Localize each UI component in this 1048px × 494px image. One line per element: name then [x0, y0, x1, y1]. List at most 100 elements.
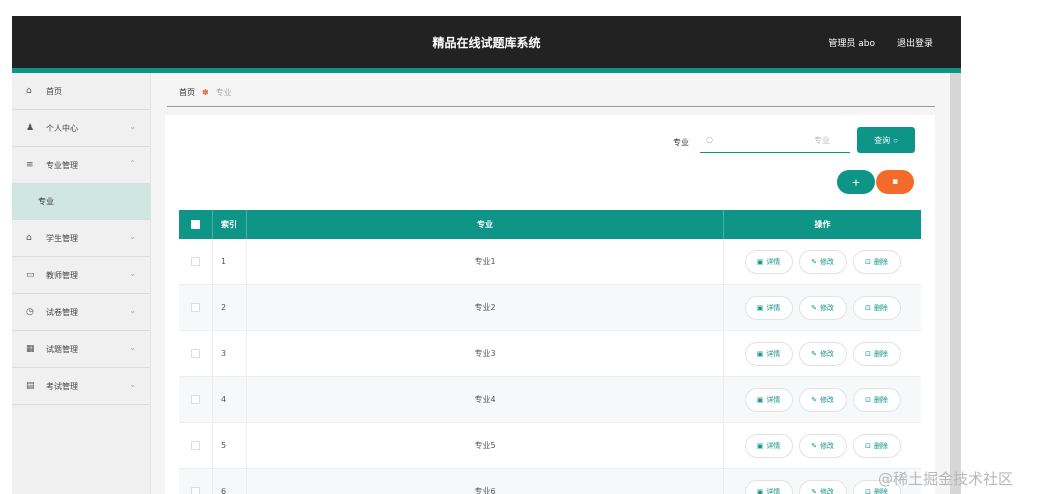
header-name: 专业	[247, 210, 724, 239]
detail-icon: ▣	[756, 487, 764, 494]
row-checkbox[interactable]	[191, 257, 200, 266]
row-index: 3	[213, 331, 247, 376]
chevron-down-icon: ⌄	[129, 232, 136, 241]
row-ops: ▣ 详情 ✎ 修改 ⊡ 删除	[724, 377, 921, 422]
edit-icon: ✎	[811, 303, 817, 312]
row-name: 专业3	[247, 331, 724, 376]
watermark-text: @稀土掘金技术社区	[878, 470, 1014, 488]
batch-delete-button[interactable]: ▪	[876, 170, 914, 194]
plus-icon: +	[851, 175, 861, 189]
search-input[interactable]	[700, 129, 850, 152]
row-ops: ▣ 详情 ✎ 修改 ⊡ 删除	[724, 423, 921, 468]
edit-icon: ✎	[811, 257, 817, 266]
edit-button[interactable]: ✎ 修改	[798, 433, 847, 458]
edit-button[interactable]: ✎ 修改	[798, 387, 847, 412]
sidebar-item-label: 教师管理	[46, 270, 78, 280]
chevron-down-icon: ⌄	[129, 269, 136, 278]
breadcrumb-home-link[interactable]: 首页	[179, 87, 195, 98]
detail-icon: ▣	[756, 303, 764, 312]
logout-link[interactable]: 退出登录	[897, 36, 933, 49]
detail-label: 详情	[766, 303, 781, 312]
edit-button[interactable]: ✎ 修改	[798, 479, 847, 494]
sidebar-item-label: 试卷管理	[46, 307, 78, 317]
row-checkbox-cell	[179, 285, 213, 330]
row-index: 1	[213, 239, 247, 284]
delete-button[interactable]: ⊡ 删除	[852, 295, 901, 320]
admin-label: 管理员 abo	[828, 39, 875, 49]
select-all-checkbox[interactable]	[191, 220, 200, 229]
sidebar-item-profile[interactable]: ♟ 个人中心 ⌄	[12, 110, 150, 147]
sidebar-item-exams[interactable]: ▤ 考试管理 ⌄	[12, 368, 150, 405]
delete-button[interactable]: ⊡ 删除	[852, 249, 901, 274]
sidebar-item-major-management[interactable]: ≡ 专业管理 ⌃	[12, 147, 150, 184]
delete-label: 删除	[873, 441, 888, 450]
detail-button[interactable]: ▣ 详情	[744, 433, 793, 458]
edit-icon: ✎	[811, 349, 817, 358]
search-field: ○	[700, 129, 850, 153]
edit-button[interactable]: ✎ 修改	[798, 295, 847, 320]
row-checkbox-cell	[179, 377, 213, 422]
detail-label: 详情	[766, 257, 781, 266]
chevron-down-icon: ⌄	[129, 306, 136, 315]
sidebar-item-teachers[interactable]: ▭ 教师管理 ⌄	[12, 257, 150, 294]
detail-icon: ▣	[756, 395, 764, 404]
row-name: 专业4	[247, 377, 724, 422]
row-checkbox-cell	[179, 331, 213, 376]
row-checkbox[interactable]	[191, 349, 200, 358]
chevron-down-icon: ⌄	[129, 122, 136, 131]
clock-icon: ◷	[26, 307, 34, 317]
row-checkbox[interactable]	[191, 395, 200, 404]
trash-icon: ⊡	[865, 441, 871, 450]
delete-button[interactable]: ⊡ 删除	[852, 341, 901, 366]
detail-button[interactable]: ▣ 详情	[744, 295, 793, 320]
table-row: 1 专业1 ▣ 详情 ✎ 修改 ⊡ 删除	[179, 239, 921, 285]
query-button-label: 查询	[874, 135, 891, 145]
row-checkbox-cell	[179, 469, 213, 494]
sidebar: ⌂ 首页 ♟ 个人中心 ⌄ ≡ 专业管理 ⌃ 专业 ⌂ 学生管理 ⌄ ▭ 教师管…	[12, 73, 151, 494]
delete-button[interactable]: ⊡ 删除	[852, 387, 901, 412]
sidebar-item-label: 专业管理	[46, 160, 78, 170]
chat-icon: ▭	[26, 270, 35, 280]
home-icon: ⌂	[26, 86, 32, 96]
sidebar-item-questions[interactable]: ▦ 试题管理 ⌄	[12, 331, 150, 368]
list-icon: ≡	[26, 160, 34, 170]
breadcrumb-divider	[167, 106, 935, 107]
delete-label: 删除	[873, 257, 888, 266]
query-button[interactable]: 查询 ○	[857, 127, 915, 153]
detail-icon: ▣	[756, 257, 764, 266]
row-name: 专业1	[247, 239, 724, 284]
detail-button[interactable]: ▣ 详情	[744, 249, 793, 274]
scrollbar[interactable]	[950, 73, 961, 494]
trash-icon: ⊡	[865, 257, 871, 266]
trash-icon: ⊡	[865, 303, 871, 312]
edit-button[interactable]: ✎ 修改	[798, 341, 847, 366]
sidebar-item-home[interactable]: ⌂ 首页	[12, 73, 150, 110]
detail-button[interactable]: ▣ 详情	[744, 479, 793, 494]
detail-label: 详情	[766, 349, 781, 358]
row-checkbox[interactable]	[191, 303, 200, 312]
sidebar-item-students[interactable]: ⌂ 学生管理 ⌄	[12, 220, 150, 257]
data-table: 索引 专业 操作 1 专业1 ▣ 详情 ✎ 修改 ⊡ 删除 2 专业2 ▣ 详情 ✎ 修改 ⊡ 删除 3 专业3 ▣…	[179, 210, 921, 494]
row-index: 4	[213, 377, 247, 422]
main-content: 首页 ✽ 专业 专业 ○ 查询 ○ + ▪	[151, 73, 950, 494]
sidebar-subitem-major[interactable]: 专业	[12, 184, 150, 220]
table-header: 索引 专业 操作	[179, 210, 921, 239]
row-checkbox[interactable]	[191, 441, 200, 450]
delete-button[interactable]: ⊡ 删除	[852, 433, 901, 458]
user-icon: ♟	[26, 123, 35, 133]
table-row: 2 专业2 ▣ 详情 ✎ 修改 ⊡ 删除	[179, 285, 921, 331]
edit-label: 修改	[819, 257, 834, 266]
row-ops: ▣ 详情 ✎ 修改 ⊡ 删除	[724, 331, 921, 376]
row-checkbox[interactable]	[191, 487, 200, 494]
edit-label: 修改	[819, 487, 834, 494]
header-checkbox-cell	[179, 210, 213, 239]
add-button[interactable]: +	[837, 170, 875, 194]
edit-icon: ✎	[811, 395, 817, 404]
sidebar-item-papers[interactable]: ◷ 试卷管理 ⌄	[12, 294, 150, 331]
detail-button[interactable]: ▣ 详情	[744, 387, 793, 412]
table-body: 1 专业1 ▣ 详情 ✎ 修改 ⊡ 删除 2 专业2 ▣ 详情 ✎ 修改 ⊡ 删除 3 专业3 ▣ 详情 ✎ 修改 ⊡ 删除 4…	[179, 239, 921, 494]
edit-button[interactable]: ✎ 修改	[798, 249, 847, 274]
header-ops: 操作	[814, 220, 831, 229]
detail-button[interactable]: ▣ 详情	[744, 341, 793, 366]
edit-label: 修改	[819, 395, 834, 404]
